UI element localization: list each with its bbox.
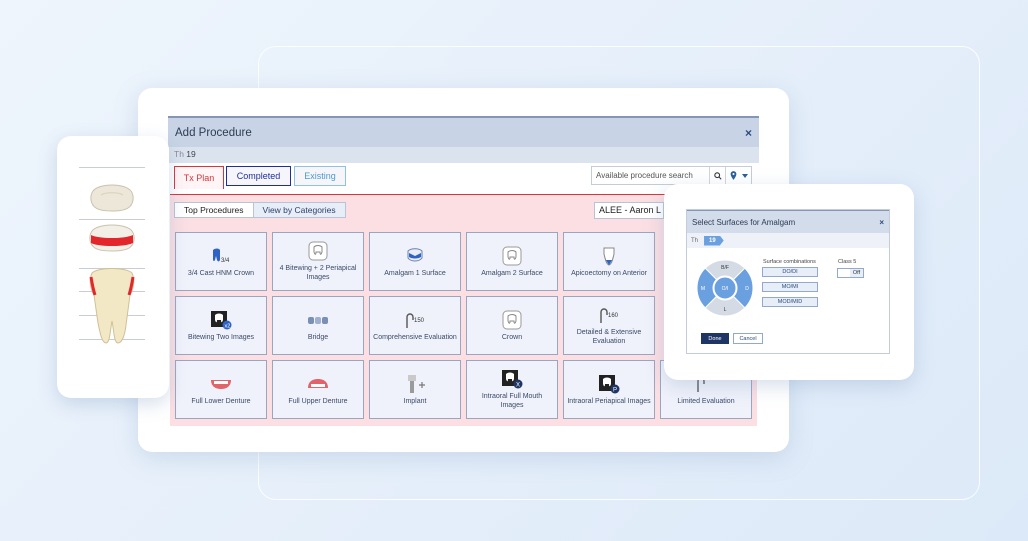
tooth-outline-icon [501, 245, 523, 267]
procedure-label: Comprehensive Evaluation [373, 333, 457, 341]
xray-film-icon: x2 [210, 309, 232, 331]
procedure-tile[interactable]: Apicoectomy on Anterior [563, 232, 655, 291]
procedure-label: Crown [501, 333, 523, 341]
svg-text:x2: x2 [225, 323, 231, 329]
surface-wheel: B/F M D L O/I [696, 259, 754, 317]
procedure-label: Full Upper Denture [288, 397, 348, 405]
surface-center-label: O/I [722, 286, 729, 292]
provider-select[interactable]: ALEE - Aaron L [594, 202, 664, 219]
tooth-outline-icon [307, 240, 329, 262]
denture-icon [307, 373, 329, 395]
procedure-label: Bridge [307, 333, 329, 341]
procedure-tile[interactable]: x2 Bitewing Two Images [175, 296, 267, 355]
tooth-number-badge: 19 [704, 235, 724, 246]
procedure-label: Amalgam 2 Surface [481, 269, 543, 277]
search-icon[interactable] [709, 167, 725, 184]
xray-film-icon: X [501, 368, 523, 390]
procedure-tile[interactable]: 4 Bitewing + 2 Periapical Images [272, 232, 364, 291]
svg-text:160: 160 [608, 313, 619, 319]
procedure-label: Full Lower Denture [191, 397, 251, 405]
procedure-tile[interactable]: 160 Detailed & Extensive Evaluation [563, 296, 655, 355]
procedure-tile[interactable]: 3/4 3/4 Cast HNM Crown [175, 232, 267, 291]
procedure-tile[interactable]: P Intraoral Periapical Images [563, 360, 655, 419]
done-button[interactable]: Done [701, 333, 729, 344]
tooth-root-icon[interactable] [88, 267, 136, 345]
filling-icon [404, 245, 426, 267]
surface-right-label: D [745, 286, 749, 292]
procedure-tile[interactable]: Amalgam 2 Surface [466, 232, 558, 291]
toggle-knob [838, 269, 850, 277]
cancel-button[interactable]: Cancel [733, 333, 763, 344]
tab-tx-plan[interactable]: Tx Plan [174, 166, 224, 189]
map-pin-icon [730, 171, 736, 180]
surfaces-tooth-indicator: Th 19 [687, 233, 889, 248]
tooth-outline-icon [501, 309, 523, 331]
root-tooth-icon [598, 245, 620, 267]
tab-existing[interactable]: Existing [294, 166, 346, 186]
surface-left-label: M [701, 286, 705, 292]
close-icon[interactable]: × [745, 126, 752, 140]
tooth-prefix: Th [174, 149, 184, 159]
tooth-occlusal-icon[interactable] [89, 183, 135, 213]
tab-completed[interactable]: Completed [226, 166, 291, 186]
tooth-filled-icon[interactable] [88, 223, 136, 255]
procedure-tile[interactable]: 150 Comprehensive Evaluation [369, 296, 461, 355]
top-procedures-tab[interactable]: Top Procedures [175, 203, 253, 217]
bridge-icon [307, 309, 329, 331]
dialog-header: Add Procedure × [168, 116, 759, 147]
procedure-label: Implant [403, 397, 427, 405]
svg-text:3/4: 3/4 [221, 258, 230, 264]
surface-top-label: B/F [721, 265, 729, 271]
combination-button[interactable]: MO/MI [762, 282, 818, 292]
procedure-label: Intraoral Full Mouth Images [481, 393, 543, 409]
surface-center[interactable]: O/I [713, 276, 737, 300]
procedure-label: Apicoectomy on Anterior [571, 269, 647, 277]
procedure-label: Intraoral Periapical Images [567, 397, 651, 405]
select-surfaces-dialog: Select Surfaces for Amalgam × Th 19 B/F … [686, 209, 890, 354]
close-icon[interactable]: × [879, 218, 884, 227]
tooth-chart [79, 167, 145, 367]
surfaces-header: Select Surfaces for Amalgam × [687, 210, 889, 233]
xray-film-icon: P [598, 373, 620, 395]
class5-label: Class 5 [838, 259, 857, 265]
procedure-label: 3/4 Cast HNM Crown [187, 269, 255, 277]
procedure-label: Detailed & Extensive Evaluation [576, 329, 642, 345]
combinations-label: Surface combinations [763, 259, 816, 265]
class5-toggle[interactable]: Off [837, 268, 864, 278]
procedure-tile[interactable]: Amalgam 1 Surface [369, 232, 461, 291]
procedure-tile[interactable]: Full Lower Denture [175, 360, 267, 419]
procedure-tile[interactable]: Crown [466, 296, 558, 355]
probe-icon: 160 [598, 304, 620, 326]
tooth-indicator: Th 19 [168, 147, 759, 163]
search-input[interactable]: Available procedure search [592, 171, 709, 180]
combination-button[interactable]: MOD/MID [762, 297, 818, 307]
view-by-categories-tab[interactable]: View by Categories [252, 203, 345, 217]
combination-button[interactable]: DO/DI [762, 267, 818, 277]
caret-down-icon [741, 173, 748, 178]
location-filter[interactable] [725, 167, 751, 184]
toggle-state: Off [850, 269, 863, 277]
procedure-label: Bitewing Two Images [187, 333, 254, 341]
denture-icon [210, 373, 232, 395]
procedure-tile[interactable]: Bridge [272, 296, 364, 355]
procedure-view-switch: Top Procedures View by Categories [174, 202, 346, 218]
procedure-label: Amalgam 1 Surface [384, 269, 446, 277]
surface-bottom-label: L [724, 307, 727, 313]
probe-icon: 150 [404, 309, 426, 331]
tooth-prefix: Th [691, 237, 699, 244]
svg-text:P: P [613, 387, 617, 393]
surfaces-title: Select Surfaces for Amalgam [692, 217, 796, 227]
procedure-tile[interactable]: Implant [369, 360, 461, 419]
procedure-tile[interactable]: X Intraoral Full Mouth Images [466, 360, 558, 419]
implant-icon [404, 373, 426, 395]
tooth-number: 19 [186, 149, 196, 159]
procedure-search: Available procedure search [591, 166, 752, 185]
svg-text:150: 150 [414, 318, 425, 324]
crown-icon: 3/4 [210, 245, 232, 267]
procedure-label: Limited Evaluation [677, 397, 735, 405]
procedure-label: 4 Bitewing + 2 Periapical Images [279, 265, 357, 281]
svg-text:X: X [516, 383, 520, 389]
procedure-tile[interactable]: Full Upper Denture [272, 360, 364, 419]
dialog-title: Add Procedure [175, 126, 252, 139]
